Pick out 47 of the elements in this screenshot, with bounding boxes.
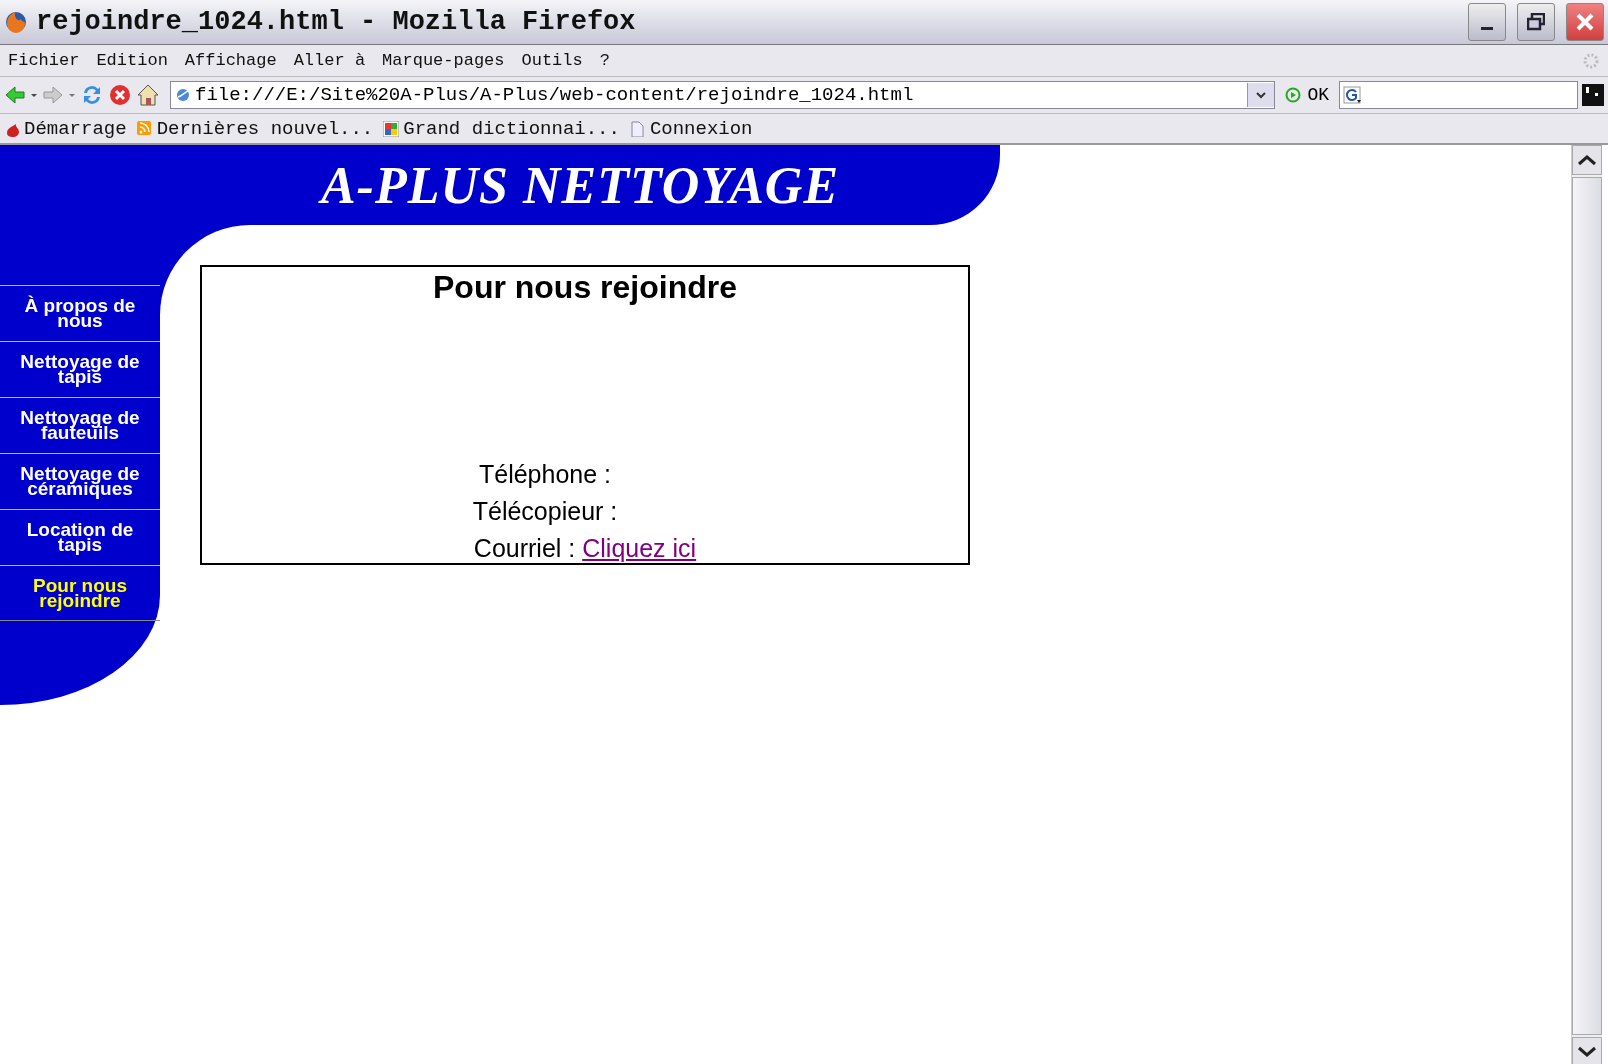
email-link[interactable]: Cliquez ici	[582, 534, 697, 562]
site-title: A-PLUS NETTOYAGE	[320, 155, 840, 215]
close-icon	[1575, 12, 1595, 32]
chevron-up-icon	[1577, 154, 1597, 166]
close-button[interactable]	[1566, 3, 1604, 41]
search-engine-icon	[1343, 86, 1363, 104]
dropdown-button[interactable]	[1247, 83, 1275, 107]
contact-label: Courriel :	[473, 534, 576, 562]
back-arrow-icon	[4, 84, 38, 106]
search-field[interactable]	[1339, 81, 1578, 109]
menu-item[interactable]: Edition	[96, 51, 168, 70]
menu-item[interactable]: Aller à	[293, 51, 366, 70]
colorful-tile-icon	[383, 120, 400, 137]
restore-icon	[1527, 13, 1545, 31]
restore-button[interactable]	[1517, 3, 1555, 41]
go-button[interactable]: OK	[1279, 85, 1335, 105]
menu-item[interactable]: Outils	[521, 51, 583, 70]
page-icon	[629, 120, 646, 137]
firefox-logo-icon	[4, 10, 28, 34]
bookmark-item[interactable]: Démarrage	[4, 117, 127, 140]
contact-label: Téléphone :	[478, 460, 611, 488]
chevron-down-icon	[1255, 90, 1268, 100]
activity-indicator-icon	[1582, 84, 1604, 106]
minimize-icon	[1481, 27, 1493, 30]
contact-heading: Pour nous rejoindre	[433, 269, 737, 306]
bookmark-item[interactable]: Dernières nouvel...	[136, 117, 374, 140]
menu-item[interactable]: Fichier	[8, 51, 80, 70]
throbber-icon	[1582, 51, 1600, 70]
stop-icon	[108, 83, 132, 107]
chevron-down-icon	[1577, 1046, 1597, 1058]
contact-label: Télécopieur :	[472, 497, 618, 525]
minimize-button[interactable]	[1468, 3, 1506, 41]
home-icon	[136, 83, 160, 107]
play-circle-icon	[1285, 87, 1302, 103]
scroll-up-button[interactable]	[1572, 145, 1602, 175]
scroll-down-button[interactable]	[1572, 1037, 1602, 1064]
globe-page-icon	[175, 87, 191, 103]
bookmark-item[interactable]: Grand dictionnai...	[383, 117, 620, 140]
address-field[interactable]: file:///E:/Site%20A-Plus/A-Plus/web-content/rejoindre_1024.html	[170, 81, 1276, 109]
forward-arrow-icon	[42, 84, 76, 106]
menu-item[interactable]: Affichage	[184, 51, 277, 70]
menu-item[interactable]: ?	[599, 51, 610, 70]
feed-icon	[136, 120, 153, 137]
scrollbar-thumb[interactable]	[1572, 177, 1602, 1035]
menu-item[interactable]: Marque-pages	[382, 51, 505, 70]
window-title: rejoindre_1024.html - Mozilla Firefox	[36, 7, 637, 37]
bookmark-item[interactable]: Connexion	[629, 117, 753, 140]
